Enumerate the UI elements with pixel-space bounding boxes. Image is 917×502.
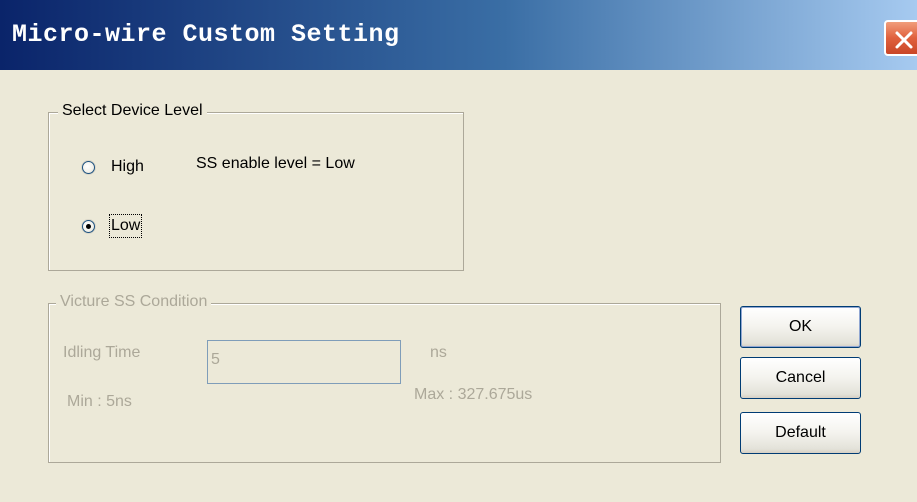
ok-button[interactable]: OK <box>740 306 861 348</box>
radio-button-high[interactable] <box>82 160 95 174</box>
idling-time-input[interactable]: 5 <box>207 340 401 384</box>
default-button[interactable]: Default <box>740 412 861 454</box>
dialog-window: Micro-wire Custom Setting Select Device … <box>0 0 917 502</box>
device-level-group: Select Device Level <box>48 101 464 271</box>
idling-time-label: Idling Time <box>63 344 141 361</box>
min-value-text: Min : 5ns <box>67 393 132 410</box>
group-frame <box>48 112 464 271</box>
radio-high[interactable]: High <box>82 157 144 177</box>
ss-enable-level-text: SS enable level = Low <box>196 155 355 172</box>
group-legend: Victure SS Condition <box>56 292 212 312</box>
radio-label-low[interactable]: Low <box>108 214 143 238</box>
title-bar[interactable]: Micro-wire Custom Setting <box>0 0 917 70</box>
window-title: Micro-wire Custom Setting <box>12 20 400 49</box>
close-icon <box>895 31 913 49</box>
radio-low[interactable]: Low <box>82 214 143 238</box>
close-button[interactable] <box>884 20 917 56</box>
group-legend: Select Device Level <box>58 101 207 121</box>
unit-label: ns <box>430 344 447 361</box>
radio-button-low[interactable] <box>82 219 95 233</box>
radio-label-high[interactable]: High <box>111 157 144 177</box>
cancel-button[interactable]: Cancel <box>740 357 861 399</box>
max-value-text: Max : 327.675us <box>414 386 533 403</box>
